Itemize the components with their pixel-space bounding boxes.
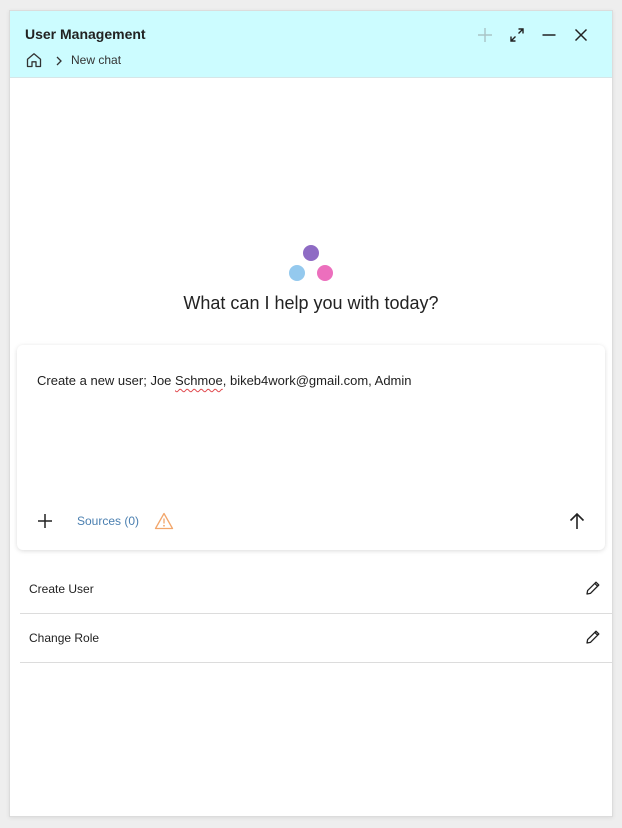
action-label: Create User xyxy=(29,582,94,596)
pencil-icon[interactable] xyxy=(584,628,602,646)
expand-icon[interactable] xyxy=(507,25,527,45)
close-icon[interactable] xyxy=(571,25,591,45)
arrow-up-icon xyxy=(569,512,585,529)
logo-dot xyxy=(317,265,333,281)
chat-window: User Management New chat What can I help… xyxy=(9,10,613,817)
message-text-part: Create a new user; Joe xyxy=(37,373,176,388)
welcome-hero: What can I help you with today? xyxy=(10,243,612,323)
pencil-icon[interactable] xyxy=(584,579,602,597)
message-text-part: , bikeb4work@gmail.com, Admin xyxy=(222,373,412,388)
welcome-prompt: What can I help you with today? xyxy=(183,293,439,313)
home-icon[interactable] xyxy=(25,51,43,69)
chevron-right-icon xyxy=(53,54,65,66)
action-label: Change Role xyxy=(29,631,100,645)
breadcrumb-current[interactable]: New chat xyxy=(71,53,121,67)
logo-dot xyxy=(289,265,305,281)
warning-icon[interactable] xyxy=(154,511,174,531)
plus-icon[interactable] xyxy=(475,25,495,45)
logo-dot xyxy=(303,245,319,261)
window-header: User Management New chat xyxy=(10,11,612,78)
action-change-role[interactable]: Change Role xyxy=(20,614,612,663)
plus-icon xyxy=(38,514,52,528)
misspelled-word: Schmoe xyxy=(175,373,223,388)
message-input[interactable]: Create a new user; Joe Schmoe, bikeb4wor… xyxy=(37,373,585,388)
action-create-user[interactable]: Create User xyxy=(20,565,612,614)
sources-button[interactable]: Sources (0) xyxy=(77,514,139,528)
quick-actions-list: Create User Change Role xyxy=(20,565,612,663)
window-title: User Management xyxy=(25,26,146,42)
send-button[interactable] xyxy=(566,510,588,532)
assistant-logo-icon xyxy=(286,243,336,283)
minimize-icon[interactable] xyxy=(539,25,559,45)
breadcrumb: New chat xyxy=(25,51,121,69)
message-composer: Create a new user; Joe Schmoe, bikeb4wor… xyxy=(17,345,605,550)
add-attachment-button[interactable] xyxy=(35,511,55,531)
